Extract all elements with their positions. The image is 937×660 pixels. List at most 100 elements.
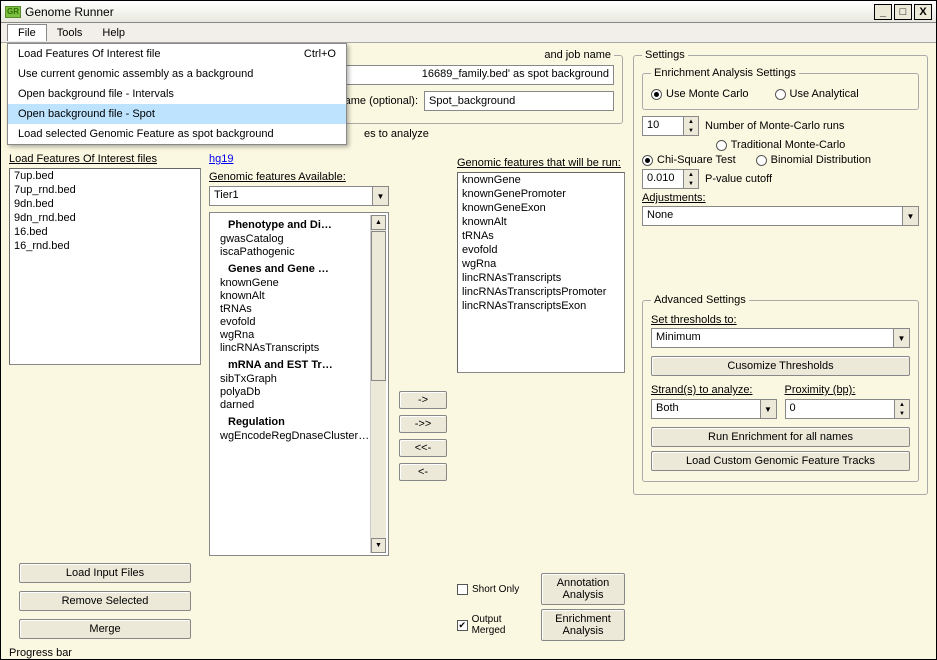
tree-item[interactable]: sibTxGraph (216, 373, 370, 386)
mc-runs-spinner[interactable]: 10 ▲▼ (642, 116, 699, 136)
short-only-checkbox[interactable] (457, 584, 468, 595)
list-item[interactable]: 9dn_rnd.bed (10, 211, 200, 225)
list-item[interactable]: knownGene (458, 173, 624, 187)
genome-link[interactable]: hg19 (209, 153, 233, 165)
list-item[interactable]: 16_rnd.bed (10, 239, 200, 253)
tree-category[interactable]: Phenotype and Di… (216, 215, 370, 233)
thresholds-label: Set thresholds to: (651, 314, 910, 326)
tree-item[interactable]: knownGene (216, 277, 370, 290)
tree-item[interactable]: tRNAs (216, 303, 370, 316)
spinner-up-icon[interactable]: ▲ (895, 400, 909, 409)
scroll-down-icon[interactable]: ▼ (371, 538, 386, 553)
menu-open-bg-intervals[interactable]: Open background file - Intervals (8, 84, 346, 104)
feature-tree[interactable]: Phenotype and Di… gwasCatalog iscaPathog… (209, 212, 389, 556)
list-item[interactable]: knownAlt (458, 215, 624, 229)
tier-combo[interactable]: Tier1 ▼ (209, 186, 389, 206)
list-item[interactable]: lincRNAsTranscriptsPromoter (458, 285, 624, 299)
proximity-label: Proximity (bp): (785, 384, 911, 396)
menu-tools[interactable]: Tools (47, 25, 93, 41)
chevron-down-icon[interactable]: ▼ (894, 328, 910, 348)
list-item[interactable]: wgRna (458, 257, 624, 271)
list-item[interactable]: 7up_rnd.bed (10, 183, 200, 197)
output-merged-checkbox[interactable]: ✔ (457, 620, 468, 631)
spinner-down-icon[interactable]: ▼ (895, 409, 909, 418)
menubar: File Tools Help Load Features Of Interes… (1, 23, 936, 43)
customize-thresholds-button[interactable]: Cusomize Thresholds (651, 356, 910, 376)
move-all-right-button[interactable]: ->> (399, 415, 447, 433)
list-item[interactable]: evofold (458, 243, 624, 257)
list-item[interactable]: tRNAs (458, 229, 624, 243)
chevron-down-icon[interactable]: ▼ (373, 186, 389, 206)
move-left-button[interactable]: <- (399, 463, 447, 481)
load-input-files-button[interactable]: Load Input Files (19, 563, 191, 583)
tree-item[interactable]: polyaDb (216, 386, 370, 399)
strands-combo[interactable]: Both ▼ (651, 399, 777, 419)
menu-help[interactable]: Help (92, 25, 135, 41)
advanced-settings-fieldset: Advanced Settings Set thresholds to: Min… (642, 294, 919, 482)
traditional-mc-radio[interactable]: Traditional Monte-Carlo (716, 139, 846, 151)
list-item[interactable]: 9dn.bed (10, 197, 200, 211)
close-button[interactable]: X (914, 4, 932, 20)
menu-file[interactable]: File (7, 24, 47, 41)
tree-item[interactable]: wgEncodeRegDnaseCluster… (216, 430, 370, 443)
tree-item[interactable]: iscaPathogenic (216, 246, 370, 259)
scroll-thumb[interactable] (371, 231, 386, 381)
enrichment-analysis-button[interactable]: Enrichment Analysis (541, 609, 625, 641)
tree-item[interactable]: darned (216, 399, 370, 412)
settings-panel: Settings Enrichment Analysis Settings Us… (633, 49, 928, 643)
spinner-up-icon[interactable]: ▲ (684, 117, 698, 126)
tree-item[interactable]: wgRna (216, 329, 370, 342)
chevron-down-icon[interactable]: ▼ (903, 206, 919, 226)
list-item[interactable]: knownGeneExon (458, 201, 624, 215)
window-title: Genome Runner (25, 5, 874, 19)
spinner-up-icon[interactable]: ▲ (684, 170, 698, 179)
tree-category[interactable]: Genes and Gene … (216, 259, 370, 277)
tree-item[interactable]: evofold (216, 316, 370, 329)
list-item[interactable]: knownGenePromoter (458, 187, 624, 201)
annotation-analysis-button[interactable]: Annotation Analysis (541, 573, 625, 605)
list-item[interactable]: lincRNAsTranscriptsExon (458, 299, 624, 313)
use-monte-carlo-radio[interactable]: Use Monte Carlo (651, 88, 749, 100)
maximize-button[interactable]: □ (894, 4, 912, 20)
binomial-radio[interactable]: Binomial Distribution (756, 154, 871, 166)
list-item[interactable]: 7up.bed (10, 169, 200, 183)
tree-scrollbar[interactable]: ▲ ▼ (370, 215, 386, 553)
features-run-header: Genomic features that will be run: (457, 157, 625, 169)
use-analytical-radio[interactable]: Use Analytical (775, 88, 859, 100)
main-window: GR Genome Runner _ □ X File Tools Help L… (0, 0, 937, 660)
enrichment-settings-fieldset: Enrichment Analysis Settings Use Monte C… (642, 67, 919, 110)
proximity-spinner[interactable]: 0 ▲▼ (785, 399, 911, 419)
features-run-listbox[interactable]: knownGene knownGenePromoter knownGeneExo… (457, 172, 625, 373)
list-item[interactable]: lincRNAsTranscripts (458, 271, 624, 285)
name-optional-label: ame (optional): (345, 95, 418, 107)
menu-use-assembly-bg[interactable]: Use current genomic assembly as a backgr… (8, 64, 346, 84)
merge-button[interactable]: Merge (19, 619, 191, 639)
foi-listbox[interactable]: 7up.bed 7up_rnd.bed 9dn.bed 9dn_rnd.bed … (9, 168, 201, 365)
chi-square-radio[interactable]: Chi-Square Test (642, 154, 736, 166)
spinner-down-icon[interactable]: ▼ (684, 179, 698, 188)
menu-load-gf-spot-bg[interactable]: Load selected Genomic Feature as spot ba… (8, 124, 346, 144)
list-item[interactable]: 16.bed (10, 225, 200, 239)
move-right-button[interactable]: -> (399, 391, 447, 409)
spinner-down-icon[interactable]: ▼ (684, 126, 698, 135)
strands-label: Strand(s) to analyze: (651, 384, 777, 396)
menu-open-bg-spot[interactable]: Open background file - Spot (8, 104, 346, 124)
pvalue-spinner[interactable]: 0.010 ▲▼ (642, 169, 699, 189)
tree-category[interactable]: mRNA and EST Tr… (216, 355, 370, 373)
settings-legend: Settings (642, 49, 688, 61)
thresholds-combo[interactable]: Minimum ▼ (651, 328, 910, 348)
move-all-left-button[interactable]: <<- (399, 439, 447, 457)
minimize-button[interactable]: _ (874, 4, 892, 20)
remove-selected-button[interactable]: Remove Selected (19, 591, 191, 611)
run-enrichment-all-button[interactable]: Run Enrichment for all names (651, 427, 910, 447)
chevron-down-icon[interactable]: ▼ (761, 399, 777, 419)
tree-item[interactable]: knownAlt (216, 290, 370, 303)
foi-header: Load Features Of Interest files (9, 153, 201, 165)
tree-item[interactable]: gwasCatalog (216, 233, 370, 246)
tree-item[interactable]: lincRNAsTranscripts (216, 342, 370, 355)
tree-category[interactable]: Regulation (216, 412, 370, 430)
menu-load-foi[interactable]: Load Features Of Interest file Ctrl+O (8, 44, 346, 64)
load-custom-tracks-button[interactable]: Load Custom Genomic Feature Tracks (651, 451, 910, 471)
adjustments-combo[interactable]: None ▼ (642, 206, 919, 226)
scroll-up-icon[interactable]: ▲ (371, 215, 386, 230)
